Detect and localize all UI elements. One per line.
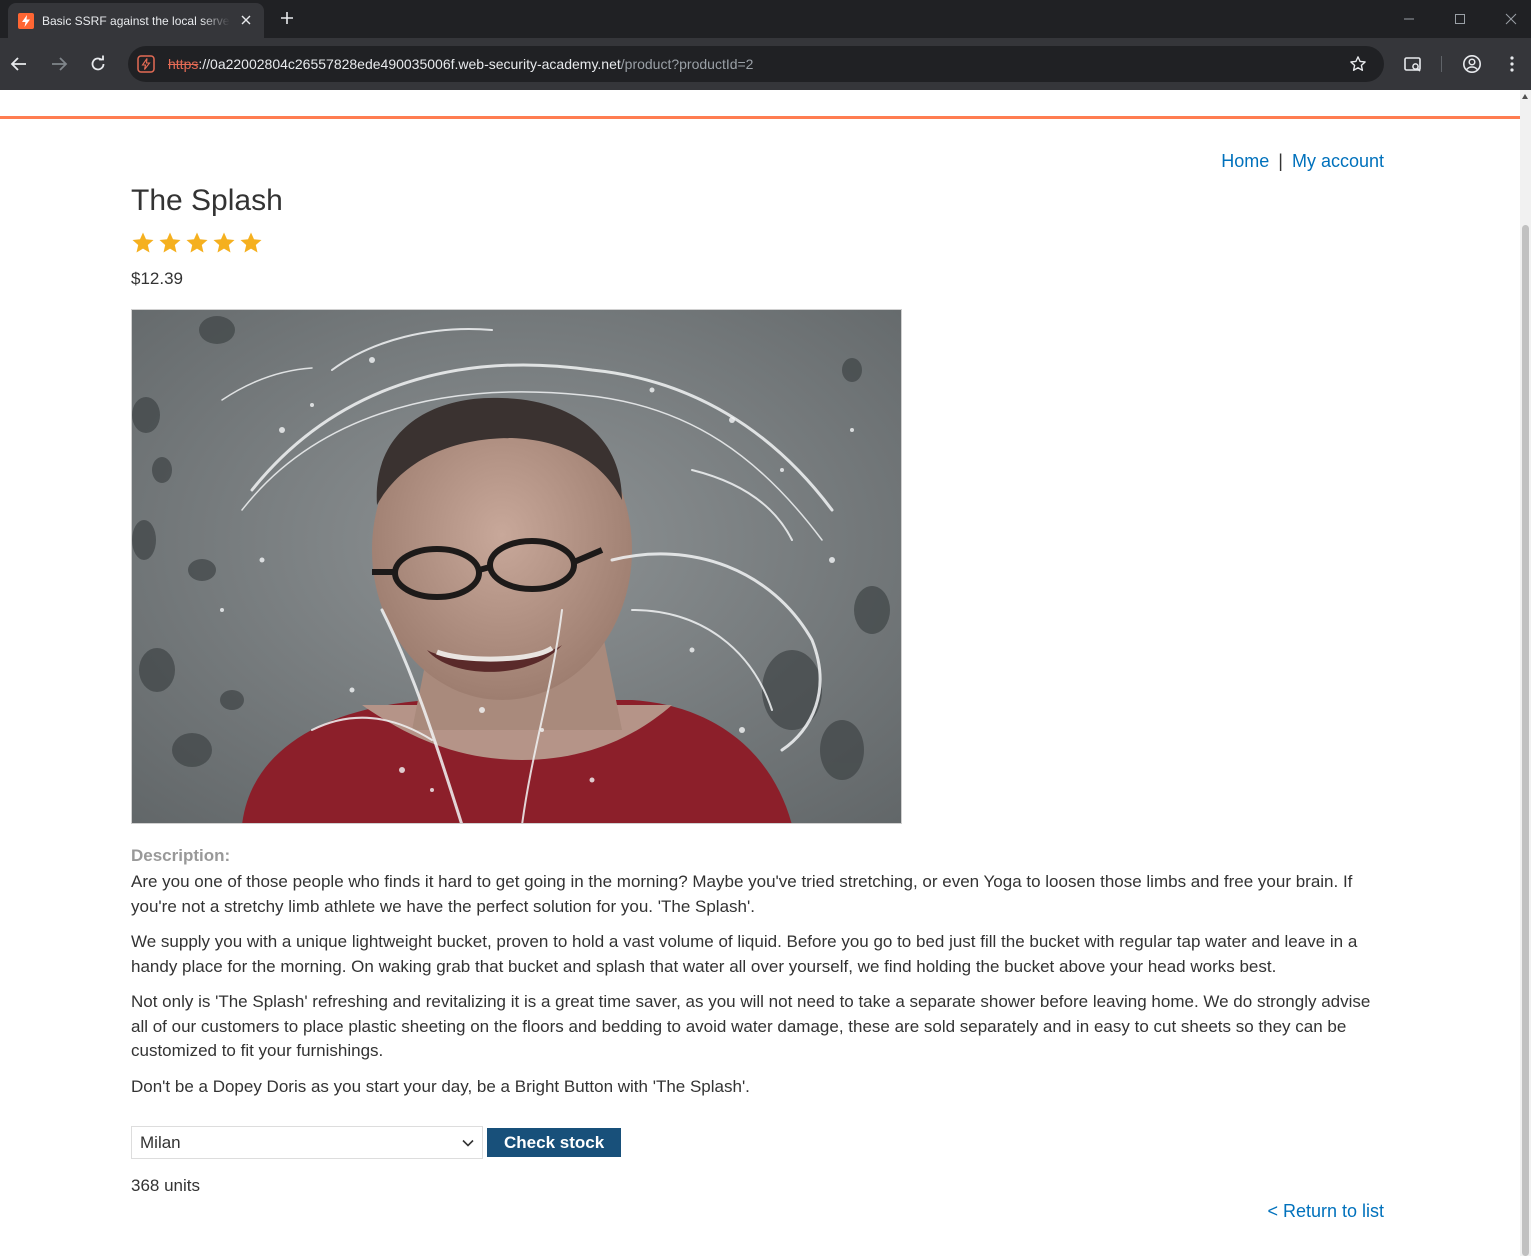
star-icon — [186, 232, 208, 253]
stock-result: 368 units — [131, 1176, 200, 1195]
minimize-window-icon[interactable] — [1398, 8, 1420, 30]
store-select-value: Milan — [140, 1132, 181, 1152]
tab-title: Basic SSRF against the local server — [42, 13, 230, 28]
url-path: /product?productId=2 — [620, 56, 754, 72]
store-select[interactable]: Milan — [131, 1126, 483, 1159]
description-paragraph: Not only is 'The Splash' refreshing and … — [131, 992, 1371, 1060]
profile-icon[interactable] — [1460, 52, 1484, 76]
browser-tab-strip: Basic SSRF against the local server — [0, 0, 1531, 38]
product-title: The Splash — [131, 184, 283, 217]
star-icon — [159, 232, 181, 253]
forward-arrow-icon[interactable] — [47, 52, 71, 76]
page-viewport: Home | My account The Splash $12.39 Desc… — [0, 90, 1520, 1256]
splash-photo — [132, 310, 901, 823]
url-host: ://0a22002804c26557828ede490035006f.web-… — [198, 56, 621, 72]
back-arrow-icon[interactable] — [7, 52, 31, 76]
maximize-window-icon[interactable] — [1449, 8, 1471, 30]
star-icon — [132, 232, 154, 253]
description-paragraph: Don't be a Dopey Doris as you start your… — [131, 1076, 750, 1096]
lab-favicon-icon — [18, 12, 34, 29]
bookmark-star-icon[interactable] — [1348, 54, 1368, 74]
stock-check-form: Milan Check stock — [131, 1126, 622, 1159]
star-icon — [240, 232, 262, 253]
description-paragraph: Are you one of those people who finds it… — [131, 872, 1353, 916]
description-label: Description: — [131, 846, 231, 865]
star-icon — [213, 232, 235, 253]
product-rating — [131, 231, 263, 255]
product-description: Are you one of those people who finds it… — [131, 870, 1386, 1110]
check-stock-button[interactable]: Check stock — [487, 1128, 622, 1157]
new-tab-icon[interactable] — [276, 7, 298, 29]
top-navigation: Home | My account — [1221, 151, 1384, 172]
browser-tab[interactable]: Basic SSRF against the local server — [8, 3, 264, 38]
browser-menu-icon[interactable] — [1500, 52, 1524, 76]
description-paragraph: We supply you with a unique lightweight … — [131, 932, 1358, 976]
scroll-up-arrow-icon[interactable] — [1522, 94, 1528, 99]
page-scrollbar[interactable] — [1520, 90, 1531, 1256]
header-accent-rule — [0, 116, 1520, 119]
url-scheme: https — [168, 56, 199, 72]
site-info-icon[interactable] — [136, 54, 156, 74]
tab-search-icon[interactable] — [1401, 52, 1425, 76]
product-image — [131, 309, 902, 824]
address-bar[interactable]: https://0a22002804c26557828ede490035006f… — [128, 46, 1384, 82]
browser-toolbar: https://0a22002804c26557828ede490035006f… — [0, 38, 1531, 90]
close-window-icon[interactable] — [1500, 8, 1522, 30]
toolbar-divider — [1441, 56, 1442, 72]
nav-my-account-link[interactable]: My account — [1292, 151, 1384, 171]
product-price: $12.39 — [131, 269, 183, 288]
scrollbar-thumb[interactable] — [1522, 225, 1529, 1256]
reload-icon[interactable] — [86, 52, 110, 76]
return-to-list-link[interactable]: < Return to list — [1267, 1201, 1384, 1222]
nav-separator: | — [1278, 151, 1283, 171]
url-text[interactable]: https://0a22002804c26557828ede490035006f… — [168, 56, 753, 72]
close-tab-icon[interactable] — [238, 12, 254, 28]
nav-home-link[interactable]: Home — [1221, 151, 1269, 171]
chevron-down-icon — [462, 1139, 474, 1147]
